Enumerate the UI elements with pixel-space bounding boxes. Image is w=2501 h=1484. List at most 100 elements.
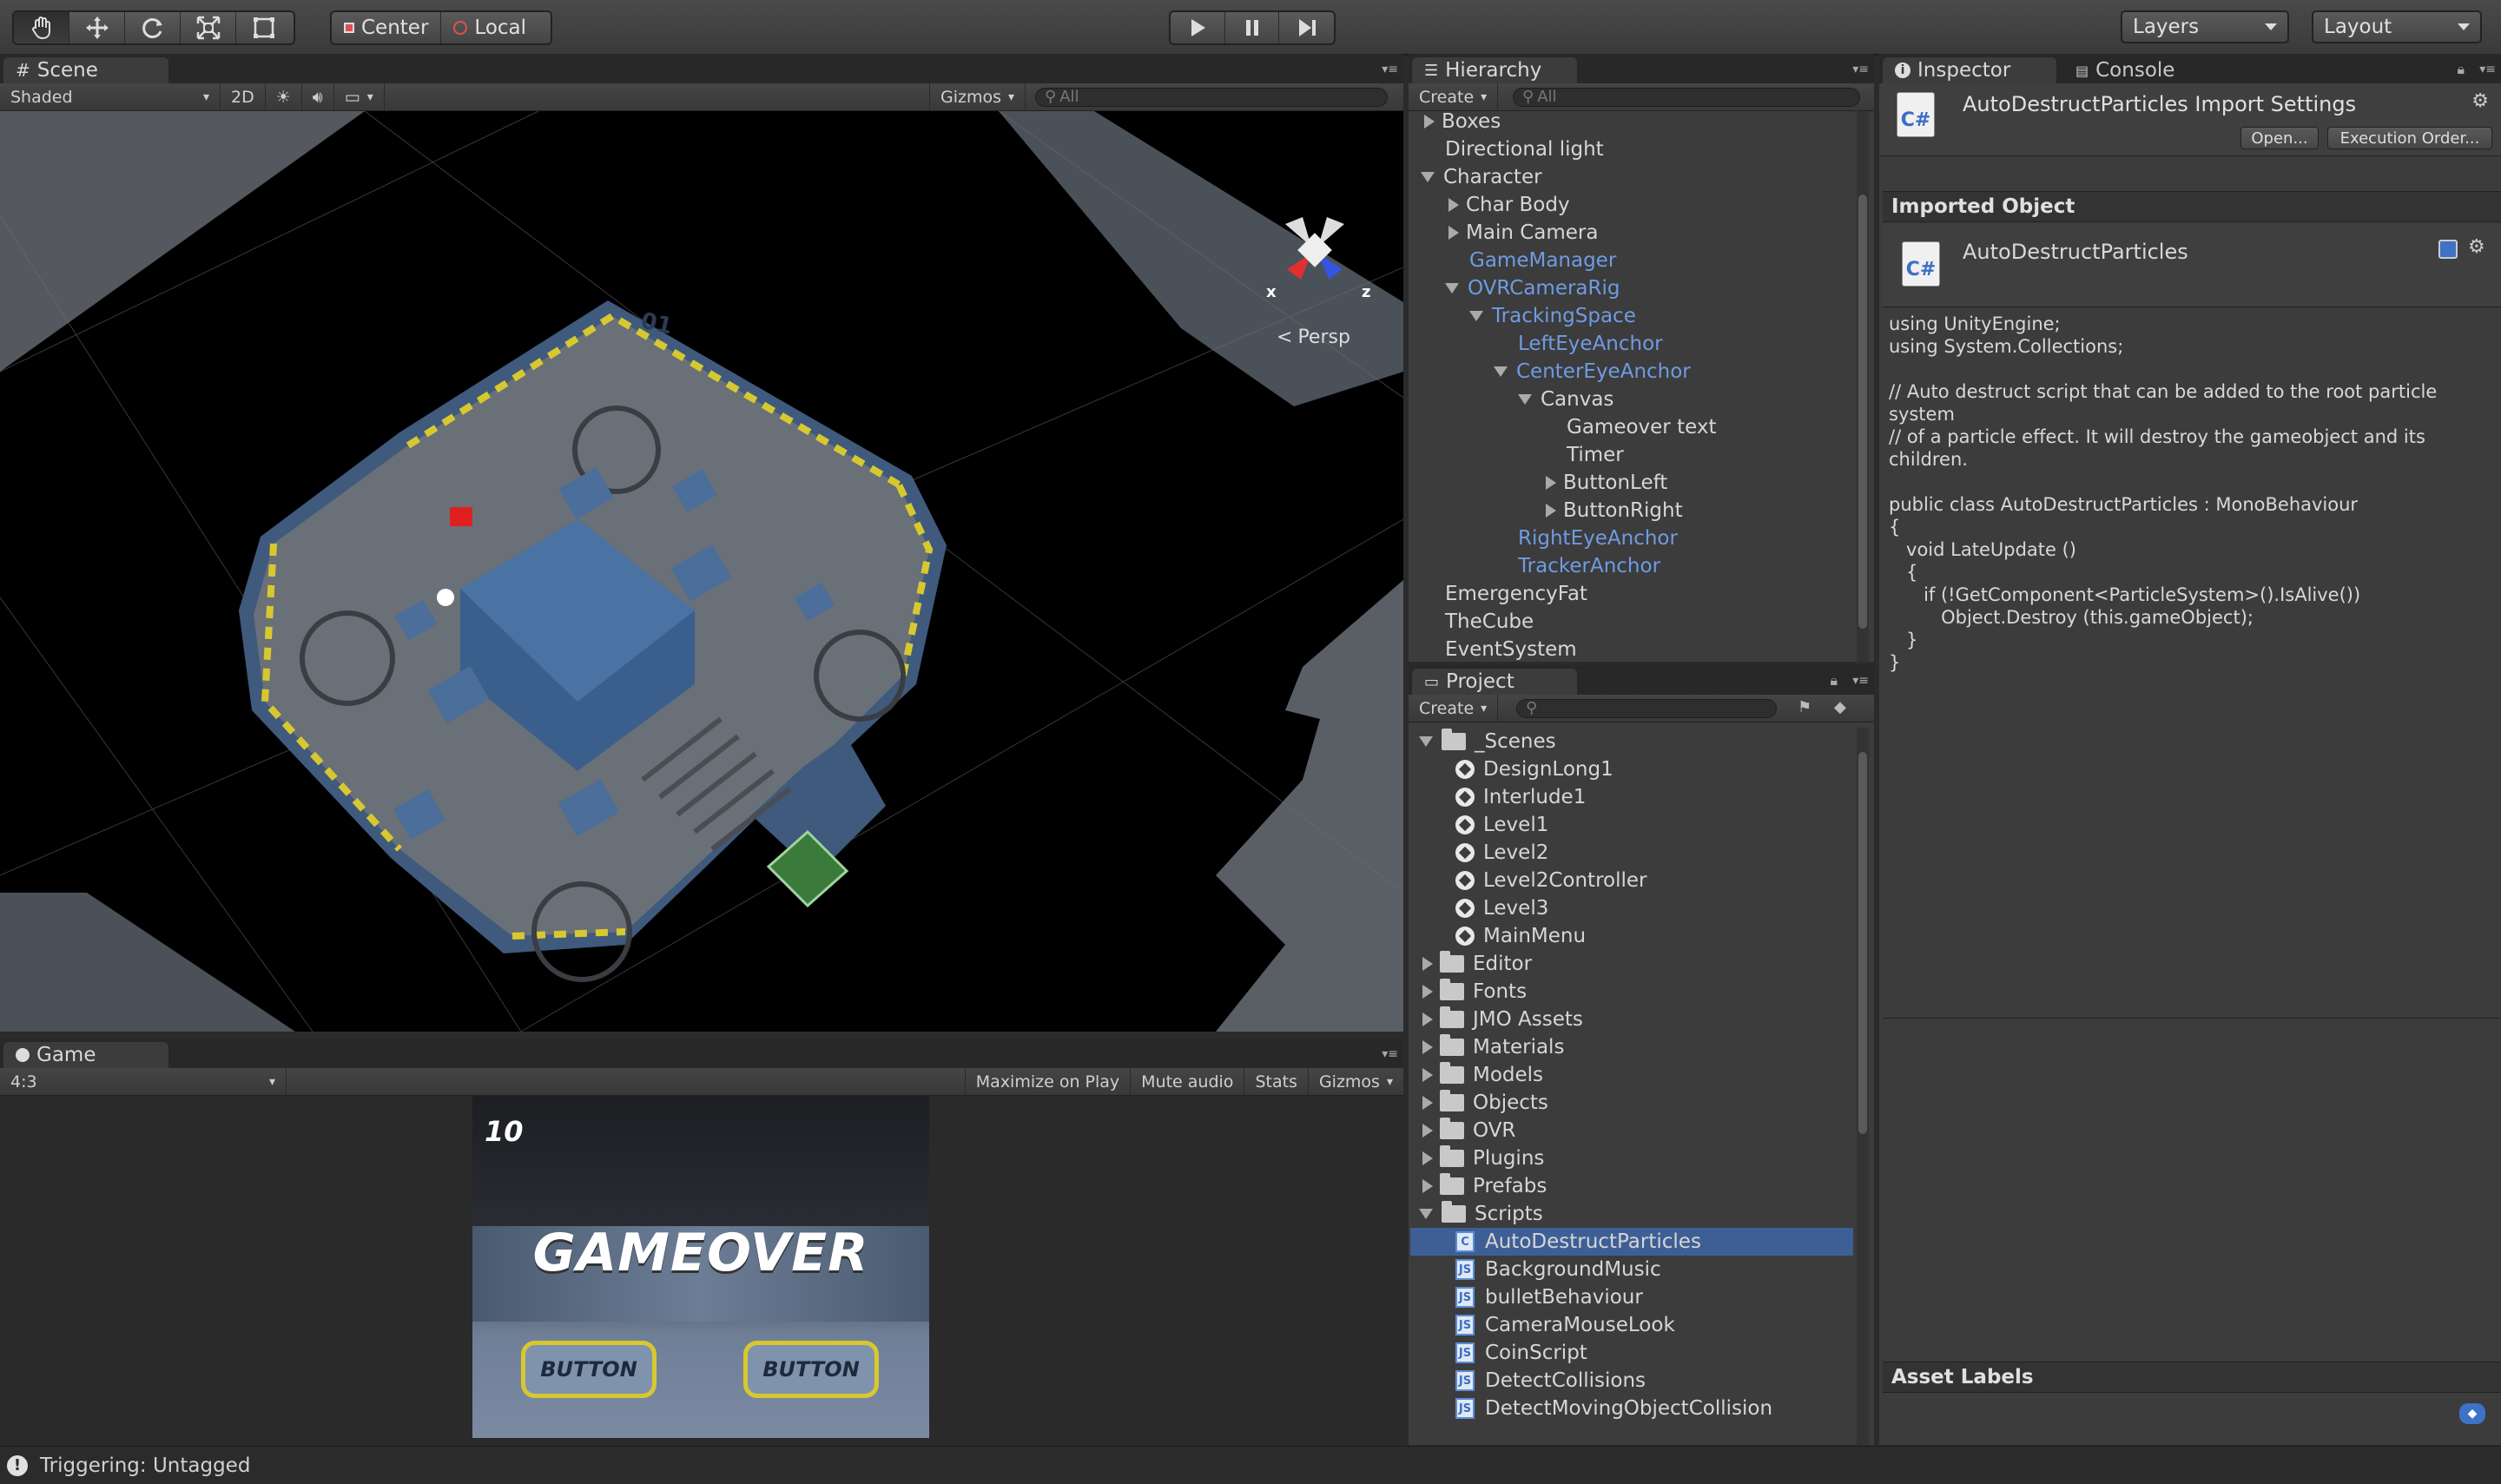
project-item[interactable]: Level2Controller xyxy=(1445,867,1646,894)
project-item[interactable]: JS CoinScript xyxy=(1445,1339,1587,1367)
rect-tool-icon[interactable] xyxy=(236,12,292,43)
project-item[interactable]: _Scenes xyxy=(1419,728,1556,755)
game-gizmos-dropdown[interactable]: Gizmos ▾ xyxy=(1309,1068,1403,1095)
project-item[interactable]: DesignLong1 xyxy=(1445,755,1613,783)
audio-toggle-button[interactable]: 🔊︎ xyxy=(302,83,334,110)
project-item[interactable]: OVR xyxy=(1419,1117,1515,1144)
hierarchy-item[interactable]: CenterEyeAnchor xyxy=(1494,358,1691,386)
2d-toggle-button[interactable]: 2D xyxy=(221,83,266,110)
expand-closed-icon[interactable] xyxy=(1422,1124,1433,1138)
hierarchy-item[interactable]: LeftEyeAnchor xyxy=(1494,330,1663,358)
hierarchy-item[interactable]: Gameover text xyxy=(1542,413,1716,441)
panel-menu-icon[interactable]: ▾≡ xyxy=(1844,674,1869,688)
aspect-dropdown[interactable]: 4:3 ▾ xyxy=(0,1068,287,1095)
project-search-input[interactable]: ⚲ xyxy=(1516,698,1777,718)
shading-mode-dropdown[interactable]: Shaded ▾ xyxy=(0,83,221,110)
scene-viewport[interactable]: 01 x z < Persp xyxy=(0,111,1403,1032)
project-item[interactable]: Editor xyxy=(1419,950,1532,978)
hierarchy-item[interactable]: TrackerAnchor xyxy=(1494,552,1660,580)
effects-dropdown[interactable]: ▭ ▾ xyxy=(334,83,385,110)
project-item[interactable]: Interlude1 xyxy=(1445,783,1586,811)
expand-open-icon[interactable] xyxy=(1421,172,1435,182)
project-item[interactable]: Materials xyxy=(1419,1033,1564,1061)
project-scrollbar[interactable] xyxy=(1857,728,1869,1445)
expand-closed-icon[interactable] xyxy=(1424,115,1435,129)
expand-closed-icon[interactable] xyxy=(1448,198,1459,212)
gear-icon[interactable]: ⚙ xyxy=(2471,90,2489,112)
expand-open-icon[interactable] xyxy=(1419,1209,1433,1219)
project-item[interactable]: Fonts xyxy=(1419,978,1527,1006)
expand-closed-icon[interactable] xyxy=(1422,957,1433,971)
project-item[interactable]: Models xyxy=(1419,1061,1543,1089)
hierarchy-item[interactable]: RightEyeAnchor xyxy=(1494,524,1678,552)
expand-open-icon[interactable] xyxy=(1419,736,1433,747)
hierarchy-item[interactable]: Timer xyxy=(1542,441,1624,469)
gear-icon[interactable]: ⚙ xyxy=(2468,236,2485,258)
hierarchy-item[interactable]: Boxes xyxy=(1421,111,1501,135)
hierarchy-search-input[interactable]: ⚲ All xyxy=(1513,87,1860,107)
expand-closed-icon[interactable] xyxy=(1422,1012,1433,1026)
execution-order-button[interactable]: Execution Order... xyxy=(2327,127,2492,149)
project-item[interactable]: C AutoDestructParticles xyxy=(1410,1228,1853,1256)
game-button-right[interactable]: BUTTON xyxy=(743,1341,879,1398)
game-button-left[interactable]: BUTTON xyxy=(521,1341,657,1398)
hierarchy-item[interactable]: OVRCameraRig xyxy=(1445,274,1620,302)
expand-closed-icon[interactable] xyxy=(1422,1068,1433,1082)
project-item[interactable]: Plugins xyxy=(1419,1144,1544,1172)
panel-menu-icon[interactable]: ▾≡ xyxy=(2471,63,2496,76)
panel-menu-icon[interactable]: ▾≡ xyxy=(1844,63,1869,76)
hierarchy-item[interactable]: Character xyxy=(1421,163,1542,191)
expand-closed-icon[interactable] xyxy=(1422,1040,1433,1054)
project-create-dropdown[interactable]: Create ▾ xyxy=(1409,695,1499,722)
expand-closed-icon[interactable] xyxy=(1422,985,1433,999)
status-bar[interactable]: ! Triggering: Untagged xyxy=(0,1446,2501,1484)
project-item[interactable]: Level2 xyxy=(1445,839,1548,867)
project-item[interactable]: Level3 xyxy=(1445,894,1548,922)
panel-menu-icon[interactable]: ▾≡ xyxy=(1374,1047,1398,1061)
game-view[interactable]: 10 GAMEOVER BUTTON BUTTON xyxy=(472,1096,929,1438)
panel-menu-icon[interactable]: ▾≡ xyxy=(1374,63,1398,76)
move-tool-icon[interactable] xyxy=(69,12,125,43)
expand-closed-icon[interactable] xyxy=(1422,1096,1433,1110)
open-button[interactable]: Open... xyxy=(2240,127,2319,149)
scene-search-input[interactable]: ⚲ All xyxy=(1035,87,1388,107)
filter-by-type-icon[interactable]: ⚑ xyxy=(1798,698,1811,716)
project-item[interactable]: Scripts xyxy=(1419,1200,1543,1228)
lighting-toggle-button[interactable]: ☀ xyxy=(266,83,302,110)
project-item[interactable]: JMO Assets xyxy=(1419,1006,1583,1033)
hand-tool-icon[interactable] xyxy=(14,12,69,43)
hierarchy-item[interactable]: Char Body xyxy=(1445,191,1570,219)
hierarchy-item[interactable]: ButtonLeft xyxy=(1542,469,1667,497)
pivot-local-button[interactable]: Local xyxy=(441,12,538,43)
expand-closed-icon[interactable] xyxy=(1422,1179,1433,1193)
tab-game[interactable]: Game xyxy=(3,1042,168,1068)
hierarchy-item[interactable]: Canvas xyxy=(1518,386,1613,413)
hierarchy-item[interactable]: TrackingSpace xyxy=(1469,302,1636,330)
project-scroll-thumb[interactable] xyxy=(1858,752,1867,1134)
expand-open-icon[interactable] xyxy=(1494,366,1508,377)
pause-button[interactable] xyxy=(1225,12,1280,43)
hierarchy-item[interactable]: EmergencyFat xyxy=(1421,580,1587,608)
lock-icon[interactable]: 🔒︎ xyxy=(1830,672,1838,689)
tab-hierarchy[interactable]: ☰ Hierarchy xyxy=(1412,57,1577,83)
play-button[interactable] xyxy=(1171,12,1225,43)
scene-gizmos-dropdown[interactable]: Gizmos ▾ xyxy=(929,83,1026,110)
rotate-tool-icon[interactable] xyxy=(125,12,181,43)
expand-open-icon[interactable] xyxy=(1518,394,1532,405)
stats-toggle[interactable]: Stats xyxy=(1244,1068,1309,1095)
mute-audio-toggle[interactable]: Mute audio xyxy=(1131,1068,1245,1095)
projection-toggle[interactable]: < Persp xyxy=(1277,326,1350,348)
hierarchy-item[interactable]: EventSystem xyxy=(1421,636,1577,662)
expand-open-icon[interactable] xyxy=(1445,283,1459,294)
tab-project[interactable]: ▭ Project xyxy=(1412,669,1577,695)
expand-closed-icon[interactable] xyxy=(1448,226,1459,240)
hierarchy-item[interactable]: ButtonRight xyxy=(1542,497,1683,524)
project-item[interactable]: MainMenu xyxy=(1445,922,1586,950)
project-item[interactable]: Prefabs xyxy=(1419,1172,1547,1200)
layers-dropdown[interactable]: Layers xyxy=(2121,10,2289,43)
expand-open-icon[interactable] xyxy=(1469,311,1483,321)
tag-icon[interactable]: ◆ xyxy=(2459,1403,2485,1424)
layout-dropdown[interactable]: Layout xyxy=(2312,10,2482,43)
hierarchy-item[interactable]: Directional light xyxy=(1421,135,1604,163)
tab-scene[interactable]: # Scene xyxy=(3,57,168,83)
